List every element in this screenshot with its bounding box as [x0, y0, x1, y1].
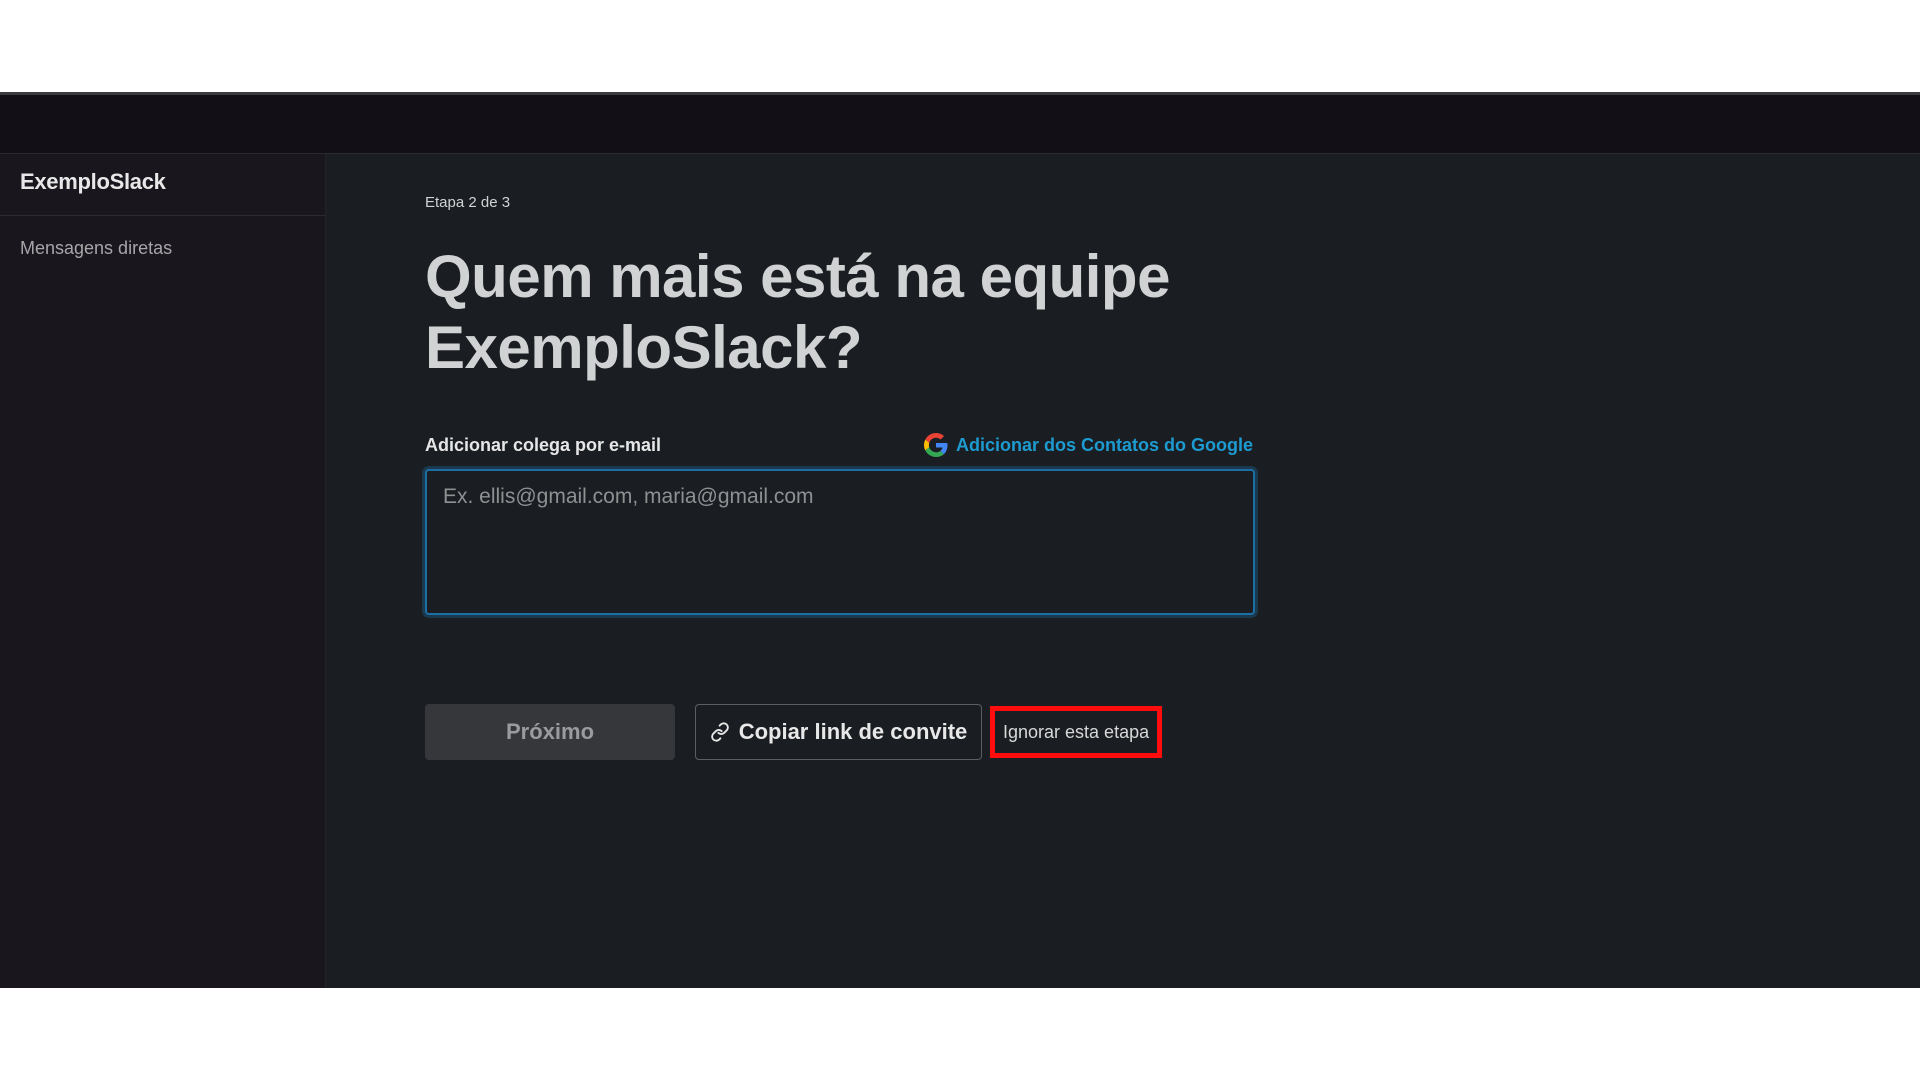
step-indicator: Etapa 2 de 3	[425, 194, 511, 211]
copy-invite-link-button[interactable]: Copiar link de convite	[695, 704, 982, 760]
google-contacts-label: Adicionar dos Contatos do Google	[956, 434, 1253, 455]
google-contacts-link[interactable]: Adicionar dos Contatos do Google	[924, 433, 1253, 457]
top-bar	[0, 95, 1920, 154]
app-window: ExemploSlack Mensagens diretas Etapa 2 d…	[0, 92, 1920, 988]
action-row: Próximo Copiar link de convite Ignorar e…	[425, 704, 1255, 760]
link-icon	[710, 722, 729, 742]
sidebar-item-direct-messages[interactable]: Mensagens diretas	[0, 216, 325, 281]
google-icon	[924, 433, 948, 457]
skip-step-button[interactable]: Ignorar esta etapa	[990, 706, 1163, 758]
next-button[interactable]: Próximo	[425, 704, 675, 760]
main-panel: Etapa 2 de 3 Quem mais está na equipe Ex…	[326, 154, 1920, 988]
email-input[interactable]	[425, 469, 1255, 615]
copy-invite-link-label: Copiar link de convite	[738, 719, 968, 744]
field-header: Adicionar colega por e-mail Adicionar do…	[425, 433, 1255, 457]
workspace-name[interactable]: ExemploSlack	[0, 154, 325, 216]
page-title: Quem mais está na equipe ExemploSlack?	[425, 243, 1170, 381]
sidebar: ExemploSlack Mensagens diretas	[0, 154, 326, 988]
email-field-label: Adicionar colega por e-mail	[425, 434, 662, 455]
invite-step-content: Etapa 2 de 3 Quem mais está na equipe Ex…	[425, 194, 1255, 760]
